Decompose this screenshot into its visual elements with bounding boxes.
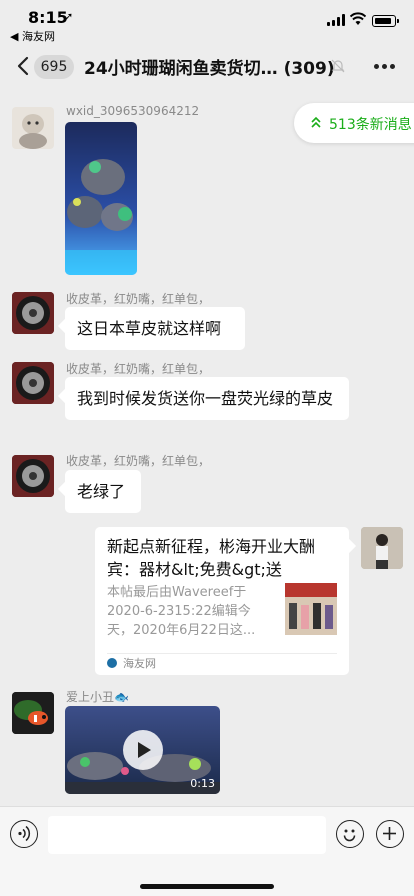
text-message[interactable]: 这日本草皮就这样啊: [65, 307, 245, 350]
chat-nav-bar: 695 24小时珊瑚闲鱼卖货切… (309): [0, 44, 414, 88]
avatar[interactable]: [12, 692, 54, 734]
plus-icon[interactable]: [376, 820, 404, 848]
double-chevron-up-icon: [311, 116, 321, 128]
site-logo-icon: [107, 658, 117, 668]
link-source: 海友网: [123, 657, 156, 670]
wifi-icon: [350, 12, 366, 25]
avatar[interactable]: [12, 455, 54, 497]
sender-name: 爱上小丑🐟: [66, 690, 129, 704]
emoji-icon[interactable]: [336, 820, 364, 848]
voice-input-icon[interactable]: [10, 820, 38, 848]
link-card-message[interactable]: 新起点新征程，彬海开业大酬宾：器材&lt;免费&gt;送 本帖最后由Wavere…: [95, 527, 349, 675]
chat-screen: 8:15 ➚ ◀ 海友网 695 24小时珊瑚闲鱼卖货切… (309) 513条…: [0, 0, 414, 896]
my-avatar[interactable]: [361, 527, 403, 569]
return-to-app-link[interactable]: ◀ 海友网: [10, 28, 55, 44]
new-messages-label: 513条新消息: [329, 117, 412, 133]
message-input-bar: [0, 806, 414, 896]
mute-bell-icon: [331, 59, 345, 73]
sender-name: wxid_3096530964212: [66, 104, 200, 118]
link-divider: [107, 653, 337, 654]
new-messages-button[interactable]: 513条新消息: [294, 103, 414, 143]
chat-title: 24小时珊瑚闲鱼卖货切… (309): [84, 59, 334, 79]
more-options-icon[interactable]: [374, 64, 396, 70]
cellular-signal-icon: [327, 14, 345, 26]
image-message[interactable]: [65, 122, 137, 275]
avatar[interactable]: [12, 362, 54, 404]
status-time: 8:15: [28, 8, 68, 27]
home-indicator[interactable]: [140, 884, 274, 889]
sender-name: 收皮革，红奶嘴，红单包，: [66, 454, 211, 468]
sender-name: 收皮革，红奶嘴，红单包，: [66, 362, 211, 376]
location-arrow-icon: ➚: [64, 10, 74, 23]
link-thumbnail: [285, 583, 337, 635]
link-description: 本帖最后由Wavereef于2020-6-2315:22编辑今天，2020年6月…: [107, 585, 256, 638]
play-icon[interactable]: [123, 730, 163, 770]
text-message[interactable]: 我到时候发货送你一盘荧光绿的草皮: [65, 377, 349, 420]
link-title: 新起点新征程，彬海开业大酬宾：器材&lt;免费&gt;送: [107, 537, 316, 579]
back-arrow-icon[interactable]: [12, 54, 36, 78]
unread-count-badge[interactable]: 695: [34, 55, 74, 79]
avatar[interactable]: [12, 107, 54, 149]
battery-icon: [372, 15, 399, 27]
message-input[interactable]: [48, 816, 326, 854]
sender-name: 收皮革，红奶嘴，红单包，: [66, 292, 211, 306]
avatar[interactable]: [12, 292, 54, 334]
text-message[interactable]: 老绿了: [65, 470, 141, 513]
video-duration: 0:13: [190, 777, 215, 790]
video-message[interactable]: 0:13: [65, 706, 220, 794]
status-bar: 8:15 ➚ ◀ 海友网: [0, 0, 414, 44]
